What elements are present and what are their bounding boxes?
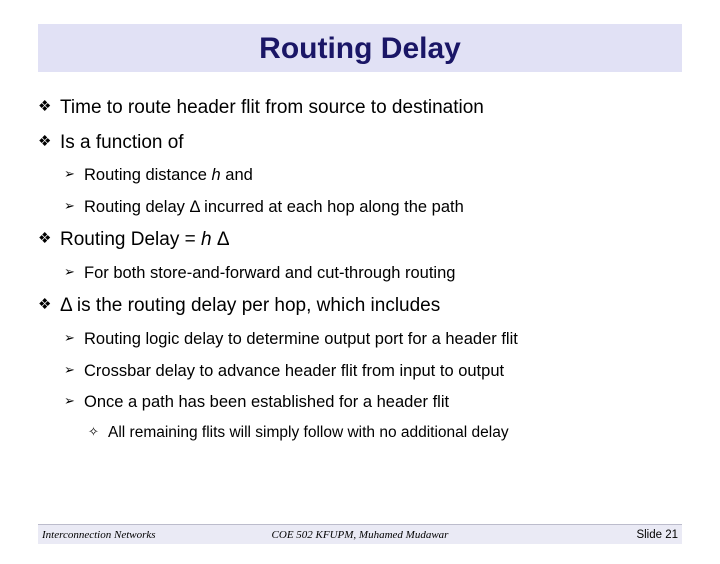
- bullet-4a: Routing logic delay to determine output …: [64, 329, 682, 350]
- footer-left: Interconnection Networks: [42, 529, 254, 541]
- bullet-1: Time to route header flit from source to…: [38, 96, 682, 121]
- bullet-4b: Crossbar delay to advance header flit fr…: [64, 361, 682, 382]
- slide-content: Time to route header flit from source to…: [0, 72, 720, 444]
- text: Routing distance: [84, 166, 212, 184]
- footer-right: Slide 21: [466, 529, 678, 541]
- bullet-4c1: All remaining flits will simply follow w…: [88, 423, 682, 443]
- bullet-2a: Routing distance h and: [64, 165, 682, 186]
- title-bar: Routing Delay: [38, 24, 682, 72]
- text: and: [221, 166, 253, 184]
- bullet-4c: Once a path has been established for a h…: [64, 392, 682, 413]
- bullet-3: Routing Delay = h Δ: [38, 228, 682, 253]
- var-h: h: [212, 166, 221, 184]
- bullet-2: Is a function of: [38, 131, 682, 156]
- footer: Interconnection Networks COE 502 KFUPM, …: [0, 524, 720, 544]
- footer-bar: Interconnection Networks COE 502 KFUPM, …: [38, 524, 682, 544]
- text: Routing Delay =: [60, 229, 201, 250]
- bullet-3a: For both store-and-forward and cut-throu…: [64, 263, 682, 284]
- footer-mid: COE 502 KFUPM, Muhamed Mudawar: [254, 529, 466, 541]
- var-h: h: [201, 229, 212, 250]
- slide-title: Routing Delay: [38, 32, 682, 66]
- bullet-2b: Routing delay Δ incurred at each hop alo…: [64, 197, 682, 218]
- bullet-4: Δ is the routing delay per hop, which in…: [38, 294, 682, 319]
- text: Δ: [212, 229, 230, 250]
